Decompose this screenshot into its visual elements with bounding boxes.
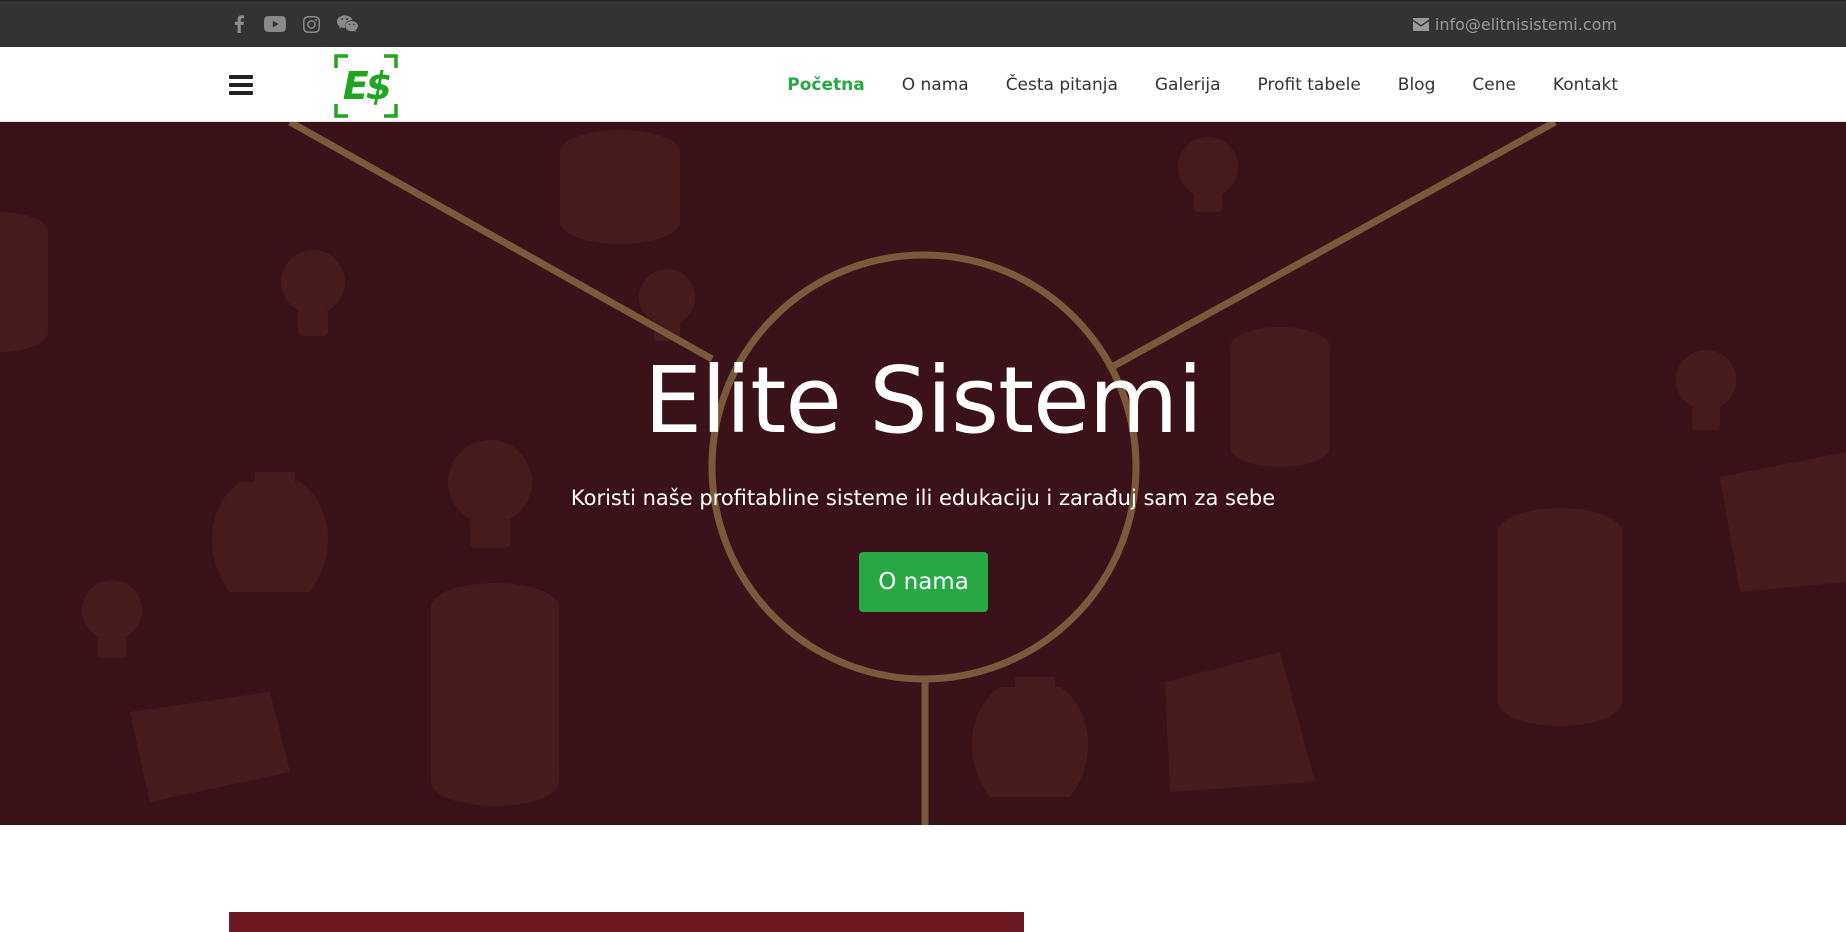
cash-bundle-icon — [130, 692, 290, 802]
main-nav: Početna O nama Česta pitanja Galerija Pr… — [787, 47, 1618, 122]
lightbulb-icon — [1178, 137, 1238, 212]
content-section-banner — [229, 912, 1024, 932]
youtube-icon[interactable] — [264, 13, 286, 35]
email-text: info@elitnisistemi.com — [1434, 15, 1617, 34]
hero-title: Elite Sistemi — [644, 347, 1203, 454]
nav-profit-tabele[interactable]: Profit tabele — [1258, 75, 1361, 95]
nav-kontakt[interactable]: Kontakt — [1553, 75, 1618, 95]
envelope-icon — [1412, 18, 1429, 31]
coin-stack-icon — [1498, 508, 1622, 726]
lightbulb-icon — [281, 250, 345, 336]
nav-cene[interactable]: Cene — [1472, 75, 1516, 95]
nav-pocetna[interactable]: Početna — [787, 75, 864, 95]
coin-stack-icon — [0, 212, 48, 352]
navbar: E$ Početna O nama Česta pitanja Galerija… — [0, 47, 1846, 122]
social-links — [228, 13, 358, 35]
hero-about-button[interactable]: O nama — [859, 552, 988, 612]
nav-o-nama[interactable]: O nama — [902, 75, 969, 95]
nav-galerija[interactable]: Galerija — [1155, 75, 1221, 95]
instagram-icon[interactable] — [300, 13, 322, 35]
wechat-icon[interactable] — [336, 13, 358, 35]
money-bag-icon — [971, 677, 1089, 797]
logo[interactable]: E$ — [334, 54, 398, 118]
hero-section: Elite Sistemi Koristi naše profitabline … — [0, 122, 1846, 825]
cash-bill-icon — [1165, 652, 1315, 792]
nav-blog[interactable]: Blog — [1398, 75, 1436, 95]
coin-stack-icon — [431, 583, 559, 806]
facebook-icon[interactable] — [228, 13, 250, 35]
menu-icon[interactable] — [229, 75, 253, 95]
top-email[interactable]: info@elitnisistemi.com — [1412, 15, 1617, 34]
lightbulb-icon — [82, 580, 142, 658]
cash-bundle-icon — [1720, 452, 1846, 592]
coin-stack-icon — [560, 130, 680, 244]
hero-subtitle: Koristi naše profitabline sisteme ili ed… — [570, 486, 1276, 510]
hero-background — [0, 122, 1846, 825]
nav-cesta-pitanja[interactable]: Česta pitanja — [1006, 75, 1118, 95]
logo-text: E$ — [342, 64, 392, 108]
top-bar: info@elitnisistemi.com — [0, 0, 1846, 47]
